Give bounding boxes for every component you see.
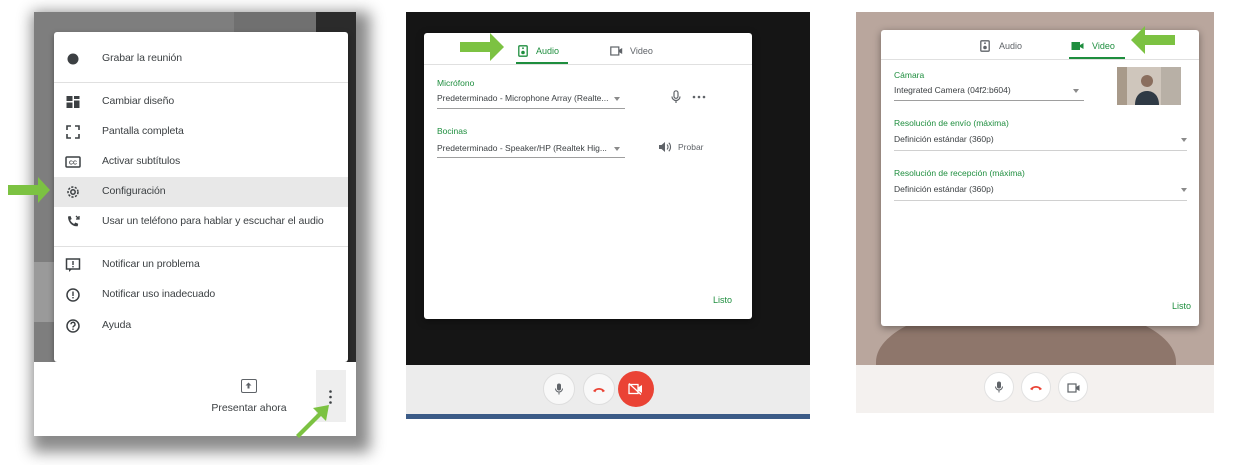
chevron-down-icon bbox=[614, 97, 620, 101]
menu-divider bbox=[54, 246, 348, 247]
more-options-button[interactable] bbox=[316, 370, 346, 422]
menu-item-change-layout[interactable]: Cambiar diseño bbox=[54, 87, 348, 117]
present-now-button[interactable]: Presentar ahora bbox=[204, 374, 314, 424]
select-underline bbox=[437, 157, 625, 158]
video-camera-icon bbox=[1071, 42, 1084, 50]
more-vert-icon bbox=[329, 390, 332, 404]
layout-icon bbox=[66, 96, 80, 108]
microphone-icon bbox=[995, 381, 1003, 393]
camera-off-button[interactable] bbox=[618, 371, 654, 407]
speaker-device-icon bbox=[518, 45, 528, 57]
receive-resolution-label: Resolución de recepción (máxima) bbox=[894, 168, 1025, 178]
window-edge bbox=[406, 414, 810, 419]
end-call-icon bbox=[593, 388, 605, 393]
menu-item-settings[interactable]: Configuración bbox=[54, 177, 348, 207]
done-button[interactable]: Listo bbox=[1172, 301, 1191, 311]
present-now-label: Presentar ahora bbox=[211, 402, 287, 414]
video-camera-icon bbox=[1067, 383, 1080, 393]
end-call-icon bbox=[1030, 386, 1042, 391]
report-abuse-icon bbox=[66, 288, 80, 302]
tab-audio[interactable]: Audio bbox=[978, 34, 1033, 60]
send-resolution-value: Definición estándar (360p) bbox=[894, 134, 994, 144]
gear-icon bbox=[67, 186, 79, 198]
menu-item-help[interactable]: Ayuda bbox=[54, 311, 348, 341]
done-button[interactable]: Listo bbox=[713, 295, 732, 305]
more-options-menu: Grabar la reunión Cambiar diseño Pantall… bbox=[54, 32, 348, 362]
select-underline bbox=[894, 100, 1084, 101]
chevron-down-icon bbox=[1073, 89, 1079, 93]
settings-dialog: Audio Video Micrófono Predeterminado - M… bbox=[424, 33, 752, 319]
svg-text:CC: CC bbox=[69, 161, 77, 167]
menu-item-label: Ayuda bbox=[102, 319, 132, 331]
menu-item-label: Notificar un problema bbox=[102, 258, 200, 270]
camera-off-icon bbox=[628, 383, 642, 395]
present-icon bbox=[241, 379, 257, 393]
camera-label: Cámara bbox=[894, 70, 925, 80]
menu-item-label: Usar un teléfono para hablar y escuchar … bbox=[102, 215, 324, 227]
test-speakers-button[interactable]: Probar bbox=[658, 140, 718, 156]
microphone-level-icon bbox=[671, 90, 681, 103]
menu-item-label: Notificar uso inadecuado bbox=[102, 288, 216, 300]
meeting-bottom-bar: Presentar ahora bbox=[34, 362, 356, 436]
menu-divider bbox=[54, 82, 348, 83]
end-call-button[interactable] bbox=[583, 373, 615, 405]
tab-video-label: Video bbox=[1092, 41, 1115, 51]
report-problem-icon bbox=[65, 258, 81, 272]
menu-item-record[interactable]: Grabar la reunión bbox=[54, 44, 348, 74]
select-underline bbox=[894, 150, 1187, 151]
record-icon bbox=[67, 53, 79, 65]
camera-preview bbox=[1117, 67, 1181, 105]
camera-value: Integrated Camera (04f2:b604) bbox=[894, 85, 1011, 95]
microphone-icon bbox=[555, 383, 563, 395]
select-underline bbox=[894, 200, 1187, 201]
call-controls-bar bbox=[406, 365, 810, 419]
video-settings-panel: Audio Video Cámara Integrated Camera (04… bbox=[856, 12, 1214, 413]
tabs-divider bbox=[424, 64, 752, 65]
microphone-button[interactable] bbox=[984, 372, 1014, 402]
chevron-down-icon bbox=[1181, 188, 1187, 192]
menu-item-fullscreen[interactable]: Pantalla completa bbox=[54, 117, 348, 147]
camera-button[interactable] bbox=[1058, 372, 1088, 402]
tab-audio-label: Audio bbox=[999, 41, 1023, 51]
menu-item-label: Activar subtítulos bbox=[102, 155, 181, 167]
menu-item-label: Grabar la reunión bbox=[102, 52, 183, 64]
menu-item-label: Cambiar diseño bbox=[102, 95, 175, 107]
tab-audio-label: Audio bbox=[536, 46, 560, 56]
volume-icon bbox=[659, 142, 671, 152]
more-options-panel: Grabar la reunión Cambiar diseño Pantall… bbox=[34, 12, 356, 436]
menu-item-report-problem[interactable]: Notificar un problema bbox=[54, 250, 348, 280]
menu-item-use-phone[interactable]: Usar un teléfono para hablar y escuchar … bbox=[54, 207, 348, 237]
audio-level-dots-icon bbox=[692, 95, 706, 99]
menu-item-captions[interactable]: CC Activar subtítulos bbox=[54, 147, 348, 177]
phone-icon bbox=[68, 215, 80, 227]
speakers-label: Bocinas bbox=[437, 126, 468, 136]
microphone-label: Micrófono bbox=[437, 78, 475, 88]
chevron-down-icon bbox=[614, 147, 620, 151]
menu-item-label: Configuración bbox=[102, 185, 166, 197]
end-call-button[interactable] bbox=[1021, 372, 1051, 402]
menu-item-label: Pantalla completa bbox=[102, 125, 184, 137]
menu-item-report-abuse[interactable]: Notificar uso inadecuado bbox=[54, 280, 348, 310]
settings-dialog: Audio Video Cámara Integrated Camera (04… bbox=[881, 30, 1199, 326]
fullscreen-icon bbox=[66, 125, 80, 139]
test-speakers-label: Probar bbox=[678, 142, 704, 152]
tabs-divider bbox=[881, 59, 1199, 60]
tab-video-label: Video bbox=[630, 46, 653, 56]
select-underline bbox=[437, 108, 625, 109]
speaker-device-icon bbox=[980, 40, 990, 52]
call-controls-bar bbox=[856, 365, 1214, 413]
chevron-down-icon bbox=[1181, 138, 1187, 142]
video-camera-icon bbox=[610, 46, 623, 56]
tab-video[interactable]: Video bbox=[608, 39, 668, 65]
help-icon bbox=[66, 319, 80, 333]
receive-resolution-value: Definición estándar (360p) bbox=[894, 184, 994, 194]
microphone-value: Predeterminado - Microphone Array (Realt… bbox=[437, 93, 609, 103]
send-resolution-label: Resolución de envío (máxima) bbox=[894, 118, 1009, 128]
speakers-value: Predeterminado - Speaker/HP (Realtek Hig… bbox=[437, 143, 607, 153]
microphone-button[interactable] bbox=[543, 373, 575, 405]
audio-settings-panel: Audio Video Micrófono Predeterminado - M… bbox=[406, 12, 810, 419]
captions-icon: CC bbox=[65, 156, 81, 168]
camera-preview-person bbox=[1117, 67, 1181, 105]
